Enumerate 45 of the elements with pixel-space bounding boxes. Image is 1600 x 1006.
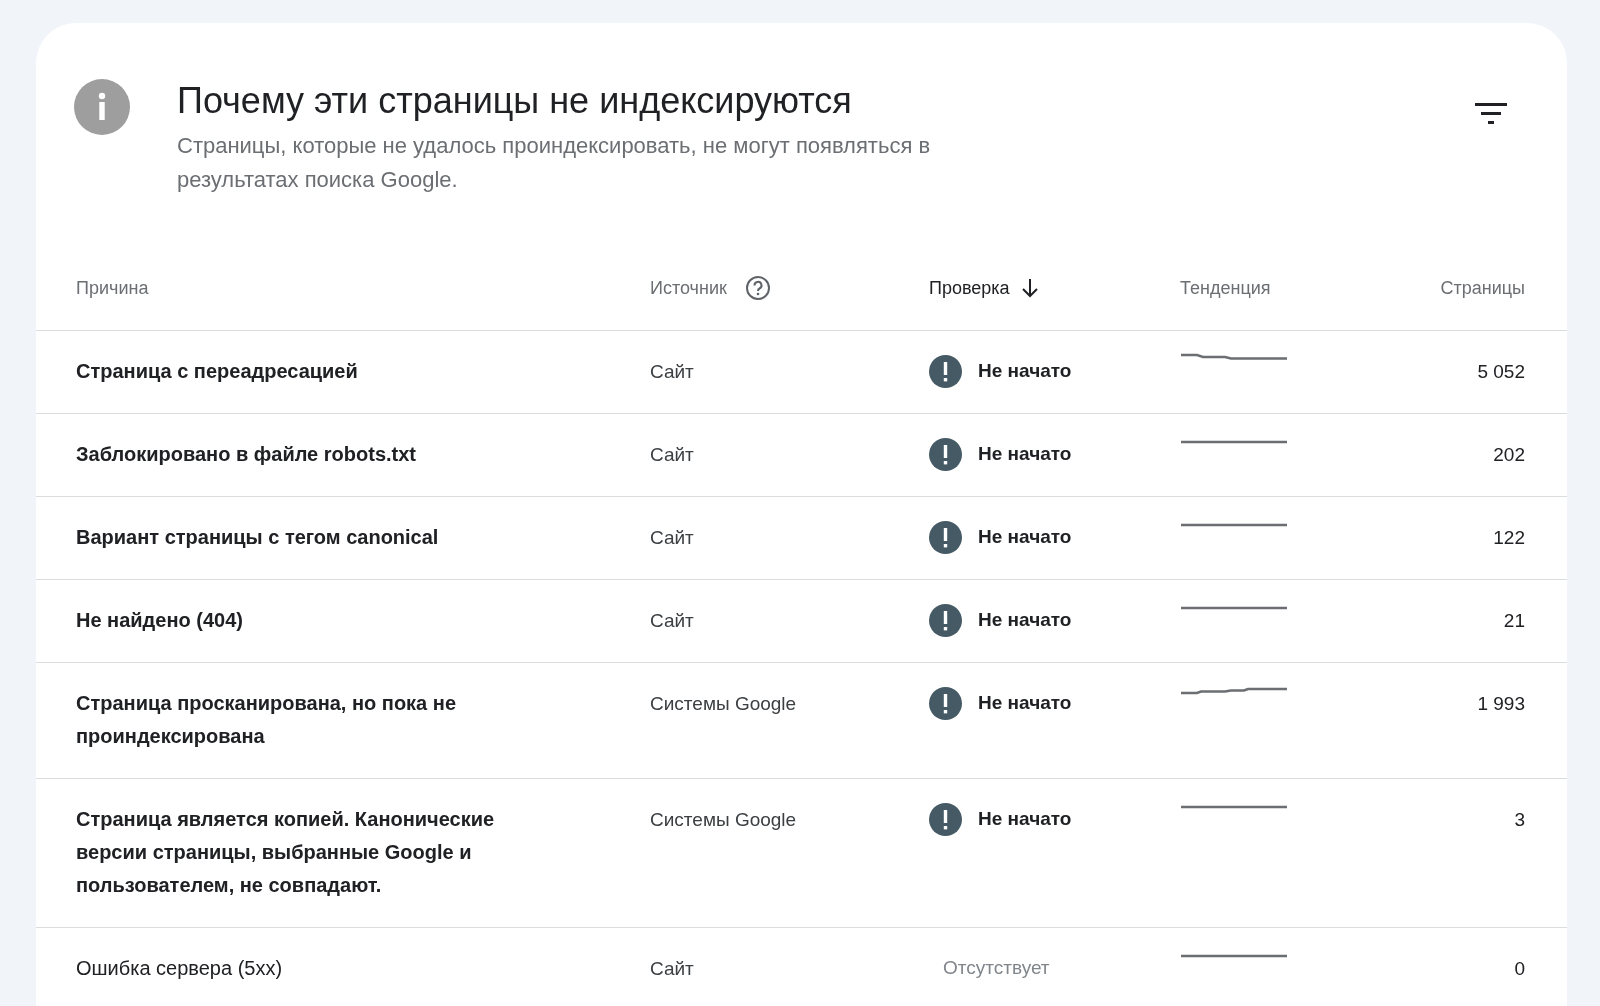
column-header[interactable]: Причина	[76, 274, 149, 302]
reason-cell[interactable]: Не найдено (404)	[76, 604, 556, 637]
source-cell: Системы Google	[650, 809, 797, 830]
status-label: Не начато	[978, 525, 1072, 550]
status-label: Не начато	[978, 608, 1072, 633]
pages-count: 5 052	[1477, 360, 1525, 384]
pages-count: 202	[1493, 443, 1525, 467]
status-label: Не начато	[978, 691, 1072, 716]
help-icon[interactable]	[744, 275, 771, 301]
reason-cell[interactable]: Страница просканирована, но пока не проиндексирована	[76, 687, 556, 753]
reason-cell[interactable]: Вариант страницы с тегом canonical	[76, 521, 556, 554]
pages-count: 3	[1514, 808, 1525, 832]
exclamation-icon	[929, 438, 962, 471]
source-cell: Сайт	[650, 610, 694, 631]
pages-count: 1 993	[1477, 692, 1525, 716]
exclamation-icon	[929, 355, 962, 388]
source-cell: Сайт	[650, 527, 694, 548]
source-cell: Сайт	[650, 958, 694, 979]
exclamation-icon	[929, 803, 962, 836]
column-header[interactable]: Источник	[650, 274, 727, 302]
section-title: Почему эти страницы не индексируются	[177, 81, 853, 121]
column-header[interactable]: Страницы	[1440, 274, 1525, 302]
exclamation-icon	[929, 604, 962, 637]
source-cell: Сайт	[650, 361, 694, 382]
status-label: Не начато	[978, 442, 1072, 467]
source-cell: Сайт	[650, 444, 694, 465]
pages-count: 0	[1514, 957, 1525, 981]
source-cell: Системы Google	[650, 693, 797, 714]
column-header[interactable]: Тенденция	[1180, 274, 1271, 302]
status-label: Отсутствует	[943, 956, 1050, 981]
column-header[interactable]: Проверка	[929, 274, 1010, 302]
info-icon	[74, 79, 130, 135]
section-description: Страницы, которые не удалось проиндексировать, не могут появляться в результатах поиска Google.	[177, 132, 932, 194]
exclamation-icon	[929, 521, 962, 554]
status-label: Не начато	[978, 359, 1072, 384]
status-label: Не начато	[978, 807, 1072, 832]
pages-count: 122	[1493, 526, 1525, 550]
reason-cell[interactable]: Страница является копией. Канонические версии страницы, выбранные Google и пользователем, не совпадают.	[76, 803, 556, 902]
exclamation-icon	[929, 687, 962, 720]
reason-cell[interactable]: Страница с переадресацией	[76, 355, 556, 388]
filter-icon[interactable]	[1475, 103, 1507, 125]
pages-count: 21	[1503, 609, 1525, 633]
reason-cell[interactable]: Ошибка сервера (5xx)	[76, 952, 556, 985]
sort-arrow-icon[interactable]	[1021, 278, 1038, 298]
reason-cell[interactable]: Заблокировано в файле robots.txt	[76, 438, 556, 471]
